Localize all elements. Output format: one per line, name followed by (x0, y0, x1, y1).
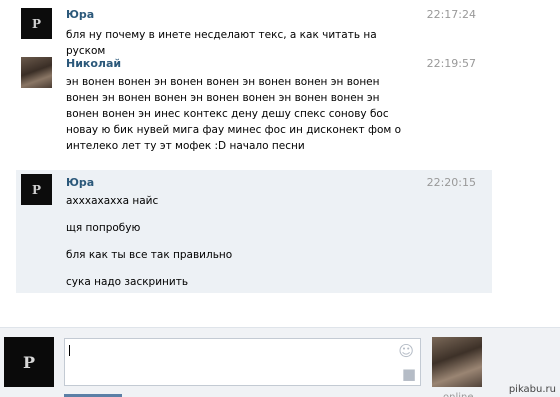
message-time[interactable]: 22:20:15 (427, 176, 476, 189)
message-2: Николай 22:19:57 эн вонен вонен эн вонен… (16, 55, 492, 165)
companion-avatar[interactable] (432, 337, 482, 387)
author-name[interactable]: Николай (66, 57, 121, 70)
message-input[interactable]: ☺ ■ (64, 338, 421, 386)
avatar[interactable]: P (21, 8, 52, 39)
message-line: сука надо заскринить (66, 276, 189, 288)
message-text: эн вонен вонен эн вонен вонен эн вонен в… (66, 76, 402, 152)
watermark: pikabu.ru (508, 384, 556, 395)
avatar-glyph: P (22, 352, 36, 372)
message-3: P Юра 22:20:15 ахххахахха найс щя попроб… (16, 170, 492, 293)
smile-icon[interactable]: ☺ (398, 344, 414, 359)
my-avatar[interactable]: P (4, 337, 54, 387)
message-time[interactable]: 22:17:24 (427, 8, 476, 21)
text-caret (69, 345, 70, 356)
avatar[interactable]: P (21, 174, 52, 205)
message-line: бля как ты все так правильно (66, 249, 233, 261)
message-1: P Юра 22:17:24 бля ну почему в инете нес… (16, 6, 492, 57)
avatar[interactable] (21, 57, 52, 88)
avatar-glyph: P (31, 16, 42, 31)
message-line: щя попробую (66, 222, 141, 234)
online-status: online (443, 392, 474, 397)
composer-panel: P ☺ ■ online (0, 328, 560, 397)
message-line: ахххахахха найс (66, 195, 159, 207)
author-name[interactable]: Юра (66, 176, 94, 189)
avatar-glyph: P (31, 182, 42, 197)
author-name[interactable]: Юра (66, 8, 94, 21)
camera-icon[interactable]: ■ (402, 367, 416, 382)
message-time[interactable]: 22:19:57 (427, 57, 476, 70)
